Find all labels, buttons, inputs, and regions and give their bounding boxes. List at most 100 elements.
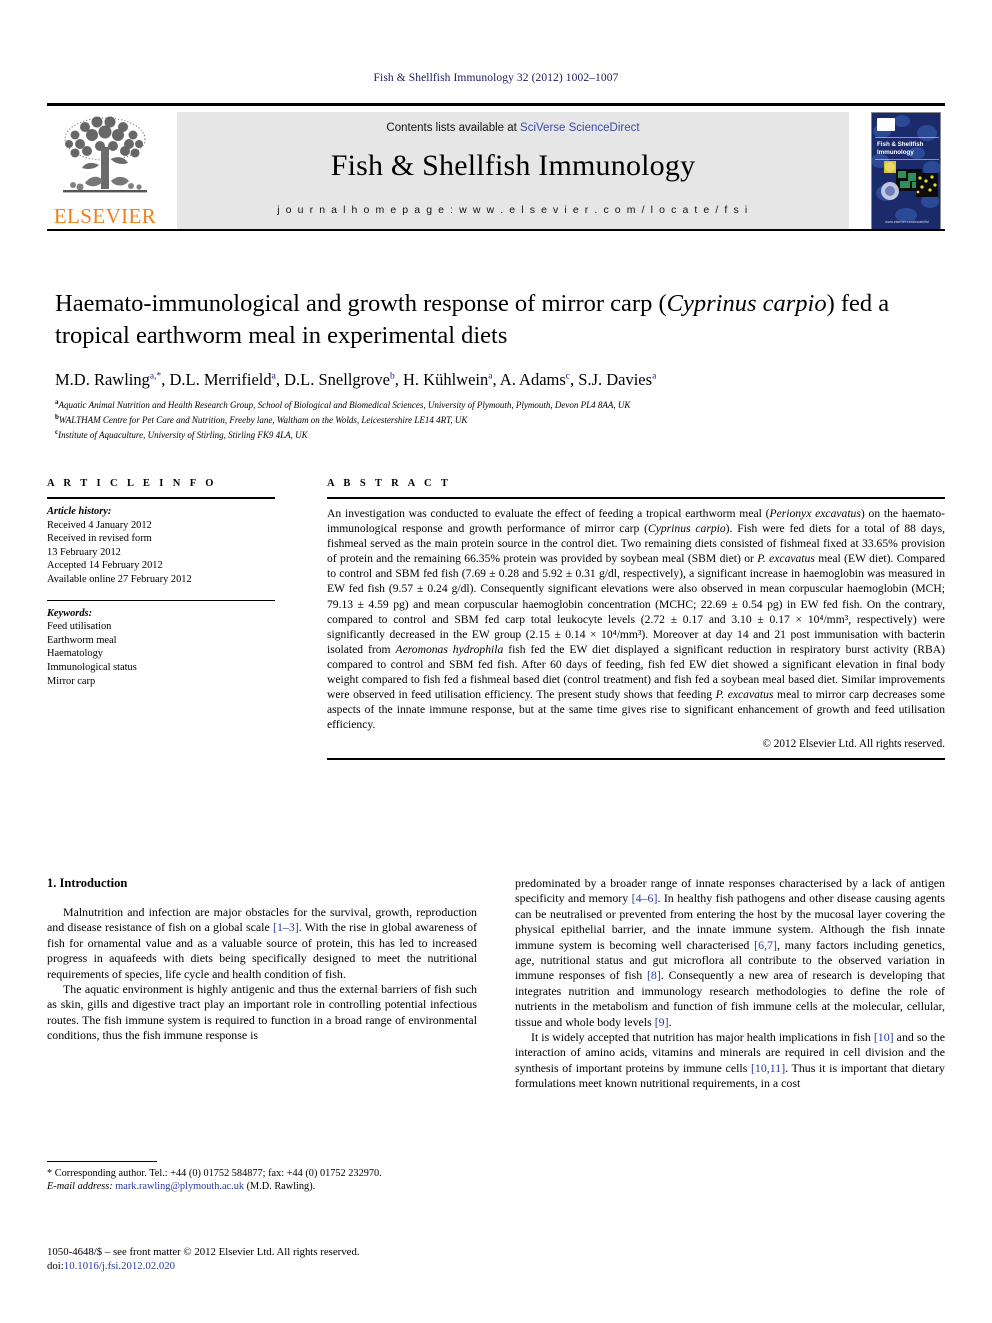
article-info-column: A R T I C L E I N F O Article history: R… bbox=[47, 478, 275, 688]
author-affil-marker: c bbox=[565, 371, 571, 382]
keyword-item: Haematology bbox=[47, 648, 103, 660]
elsevier-tree-icon bbox=[63, 116, 147, 193]
keyword-item: Earthworm meal bbox=[47, 634, 117, 646]
article-info-heading: A R T I C L E I N F O bbox=[47, 478, 217, 489]
abstract-heading: A B S T R A C T bbox=[327, 478, 452, 489]
title-part-1: Haemato-immunological and growth respons… bbox=[55, 290, 667, 317]
introduction-left-paragraphs: Malnutrition and infection are major obs… bbox=[47, 905, 477, 1044]
masthead-bottom-rule bbox=[47, 229, 945, 231]
abstract-copyright: © 2012 Elsevier Ltd. All rights reserved… bbox=[762, 738, 946, 751]
affiliation-marker: c bbox=[55, 428, 59, 437]
affiliation-marker: b bbox=[55, 413, 59, 422]
title-part-2: ) bbox=[826, 290, 835, 317]
article-history-items: Received 4 January 2012 Received in revis… bbox=[47, 519, 275, 587]
cover-journal-title: Fish & Shellfish Immunology bbox=[877, 141, 924, 156]
body-paragraph: It is widely accepted that nutrition has… bbox=[515, 1030, 945, 1092]
citation-link[interactable]: [8] bbox=[647, 968, 661, 982]
abstract-text: An investigation was conducted to evalua… bbox=[327, 506, 945, 732]
article-history-item: 13 February 2012 bbox=[47, 546, 121, 558]
abstract-text-run: An investigation was conducted to evalua… bbox=[327, 507, 770, 520]
footnote-rule bbox=[47, 1161, 157, 1162]
article-info-rule bbox=[47, 497, 275, 499]
page-title: Haemato-immunological and growth respons… bbox=[55, 288, 945, 352]
keyword-item: Feed utilisation bbox=[47, 621, 112, 633]
citation-link[interactable]: [6,7] bbox=[754, 938, 777, 952]
author-affil-marker: b bbox=[389, 371, 395, 382]
body-paragraph: Malnutrition and infection are major obs… bbox=[47, 905, 477, 982]
sciencedirect-link[interactable]: SciVerse ScienceDirect bbox=[520, 122, 640, 134]
affiliation-item: bWALTHAM Centre for Pet Care and Nutriti… bbox=[55, 413, 468, 426]
cover-elsevier-badge bbox=[877, 118, 895, 131]
abstract-italic-term: P. excavatus bbox=[715, 688, 774, 702]
journal-title: Fish & Shellfish Immunology bbox=[330, 149, 696, 182]
cover-divider-bottom bbox=[875, 159, 939, 160]
body-paragraph: The aquatic environment is highly antige… bbox=[47, 982, 477, 1044]
article-history-item: Available online 27 February 2012 bbox=[47, 573, 192, 585]
abstract-rule bbox=[327, 497, 945, 499]
abstract-italic-term: Perionyx excavatus bbox=[769, 507, 861, 520]
journal-masthead: ELSEVIER Contents lists available at Sci… bbox=[47, 103, 945, 231]
affiliation-marker: a bbox=[55, 398, 59, 406]
elsevier-logo: ELSEVIER bbox=[51, 111, 159, 229]
body-paragraph: predominated by a broader range of innat… bbox=[515, 876, 945, 1030]
running-head: Fish & Shellfish Immunology 32 (2012) 10… bbox=[373, 72, 619, 84]
cover-divider-top bbox=[875, 137, 939, 138]
email-label: E-mail address: bbox=[47, 1181, 113, 1193]
author-affil-marker: a,* bbox=[149, 371, 162, 382]
journal-cover-thumbnail: Fish & Shellfish Immunology www.elsevier… bbox=[871, 112, 941, 230]
email-note: E-mail address: mark.rawling@plymouth.ac… bbox=[47, 1180, 477, 1193]
body-text-run: . bbox=[668, 1014, 672, 1029]
email-suffix: (M.D. Rawling). bbox=[244, 1181, 316, 1193]
article-history-item: Accepted 14 February 2012 bbox=[47, 560, 163, 572]
abstract-bottom-rule bbox=[327, 758, 945, 761]
cover-footer-url: www.elsevier.com/locate/fsi bbox=[885, 220, 929, 224]
info-separator bbox=[47, 599, 275, 601]
abstract-column: A B S T R A C T An investigation was con… bbox=[327, 478, 946, 761]
masthead-top-rule bbox=[47, 103, 945, 106]
email-link[interactable]: mark.rawling@plymouth.ac.uk bbox=[115, 1181, 244, 1192]
author-list: M.D. Rawlinga,*, D.L. Merrifielda, D.L. … bbox=[55, 370, 657, 389]
abstract-italic-term: Aeromonas hydrophila bbox=[395, 642, 504, 656]
doi-label: doi: bbox=[47, 1260, 64, 1272]
body-column-right: predominated by a broader range of innat… bbox=[515, 876, 945, 1092]
author-affil-marker: a bbox=[488, 371, 493, 382]
paper-page: Fish & Shellfish Immunology 32 (2012) 10… bbox=[0, 0, 992, 1323]
keyword-item: Immunological status bbox=[47, 661, 137, 673]
citation-link[interactable]: [10] bbox=[874, 1030, 894, 1044]
article-history-item: Received 4 January 2012 bbox=[47, 519, 152, 531]
issn-line: 1050-4648/$ – see front matter © 2012 El… bbox=[47, 1246, 360, 1258]
citation-link[interactable]: [10,11] bbox=[751, 1061, 785, 1075]
article-history-item: Received in revised form bbox=[47, 533, 152, 545]
section-heading-introduction: 1. Introduction bbox=[47, 876, 128, 890]
keyword-item: Mirror carp bbox=[47, 675, 96, 687]
affiliation-list: aAquatic Animal Nutrition and Health Res… bbox=[55, 396, 945, 442]
author-affil-marker: a bbox=[652, 371, 657, 382]
title-species-name: Cyprinus carpio bbox=[666, 290, 827, 317]
abstract-text-run: meal (EW diet). Compared to control and … bbox=[327, 552, 945, 656]
title-block: Haemato-immunological and growth respons… bbox=[55, 288, 945, 390]
author-affil-marker: a bbox=[271, 371, 276, 382]
corresponding-author-note: * Corresponding author. Tel.: +44 (0) 01… bbox=[47, 1168, 382, 1179]
doi-link[interactable]: 10.1016/j.fsi.2012.02.020 bbox=[64, 1260, 175, 1272]
issn-copyright-block: 1050-4648/$ – see front matter © 2012 El… bbox=[47, 1245, 477, 1273]
doi-line: doi:10.1016/j.fsi.2012.02.020 bbox=[47, 1259, 477, 1273]
journal-band: Contents lists available at SciVerse Sci… bbox=[177, 112, 849, 229]
body-text-run: The aquatic environment is highly antige… bbox=[47, 982, 477, 1043]
contents-list-line: Contents lists available at SciVerse Sci… bbox=[177, 122, 849, 134]
affiliation-item: aAquatic Animal Nutrition and Health Res… bbox=[55, 398, 631, 410]
introduction-right-paragraphs: predominated by a broader range of innat… bbox=[515, 876, 945, 1092]
citation-link[interactable]: [4–6] bbox=[632, 891, 658, 905]
journal-homepage-line[interactable]: j o u r n a l h o m e p a g e : w w w . … bbox=[177, 204, 849, 216]
body-text-run: It is widely accepted that nutrition has… bbox=[531, 1030, 874, 1045]
abstract-italic-term: P. excavatus bbox=[757, 552, 815, 566]
body-column-left: 1. Introduction Malnutrition and infecti… bbox=[47, 876, 477, 1044]
article-history-label: Article history: bbox=[47, 506, 112, 517]
footnote-block: * Corresponding author. Tel.: +44 (0) 01… bbox=[47, 1161, 477, 1194]
affiliation-item: cInstitute of Aquaculture, University of… bbox=[55, 428, 308, 441]
citation-link[interactable]: [9] bbox=[655, 1015, 669, 1029]
contents-prefix: Contents lists available at bbox=[386, 122, 521, 134]
keywords-label: Keywords: bbox=[47, 607, 93, 619]
citation-link[interactable]: [1–3] bbox=[273, 920, 299, 934]
abstract-italic-term: Cyprinus carpio bbox=[647, 522, 726, 536]
article-history-block: Article history: Received 4 January 2012… bbox=[47, 505, 275, 688]
